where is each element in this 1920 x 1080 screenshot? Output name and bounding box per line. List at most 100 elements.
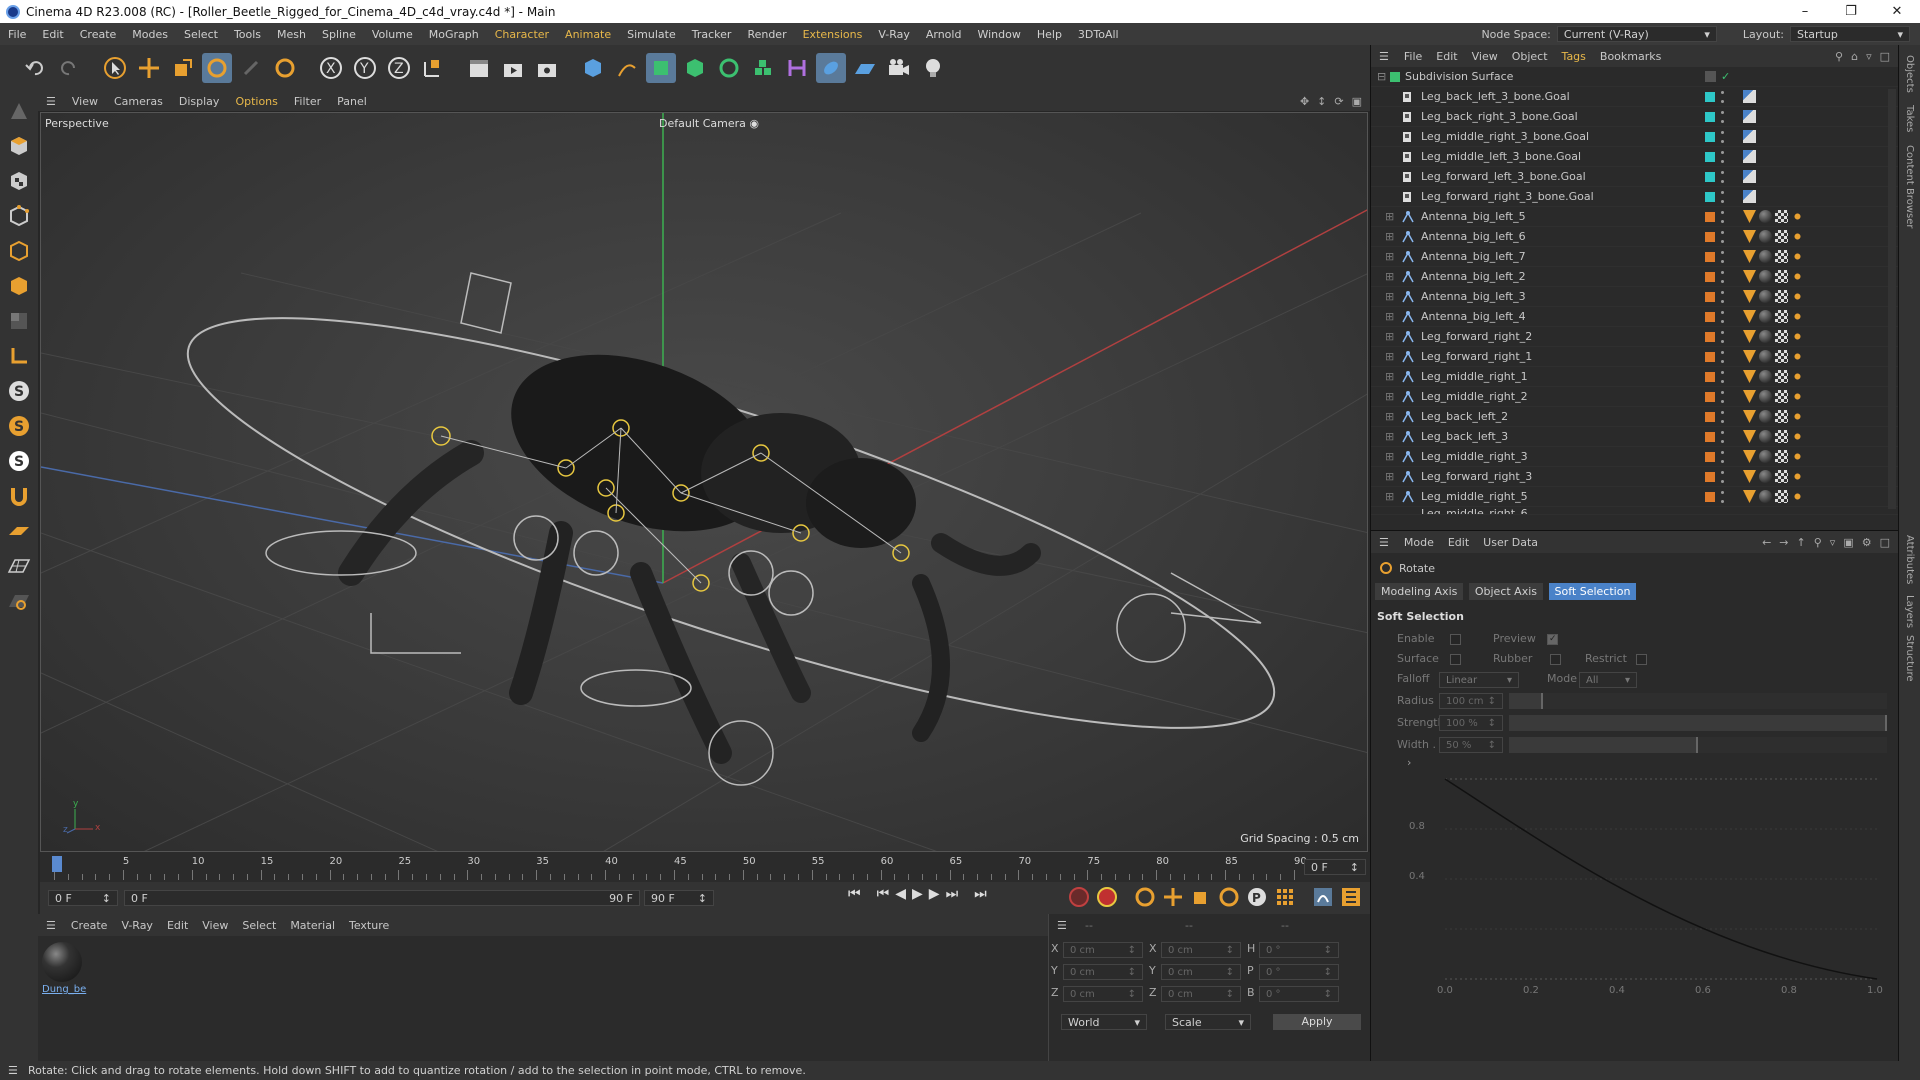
layer-color-tag[interactable] [1705,311,1715,322]
material-menu-material[interactable]: Material [283,919,342,932]
object-row[interactable]: ⊞ Antenna_big_left_2 [1371,267,1898,287]
material-tag-icon[interactable] [1759,430,1772,443]
visibility-dots-icon[interactable] [1721,430,1725,443]
object-row[interactable]: ⊞ Leg_middle_right_5 [1371,487,1898,507]
autokey-icon[interactable] [1096,886,1118,908]
object-row[interactable]: ⊞ Leg_middle_right_2 [1371,387,1898,407]
checker-tag-icon[interactable] [1775,410,1788,423]
expand-icon[interactable]: ⊞ [1385,310,1394,323]
rubber-checkbox[interactable] [1549,653,1561,665]
object-row[interactable]: ⊞ Leg_back_left_3 [1371,427,1898,447]
new-window-icon[interactable]: □ [1880,50,1890,63]
material-tag-icon[interactable] [1759,330,1772,343]
material-tag-icon[interactable] [1759,310,1772,323]
visibility-dots-icon[interactable] [1721,470,1725,483]
hamburger-icon[interactable]: ☰ [8,1064,18,1077]
ik-tag-icon[interactable] [1791,470,1804,483]
object-row[interactable]: ⊞ Antenna_big_left_6 [1371,227,1898,247]
expand-icon[interactable]: ⊞ [1385,470,1394,483]
object-row[interactable]: Leg_back_right_3_bone.Goal [1371,107,1898,127]
material-tag-icon[interactable] [1759,270,1772,283]
mode-dropdown[interactable]: All ▾ [1579,672,1637,688]
falloff-graph[interactable]: 0.8 0.4 0.0 0.2 0.4 0.6 0.8 1.0 [1395,763,1891,1053]
collapse-icon[interactable]: ⊟ [1377,70,1386,83]
layer-color-tag[interactable] [1705,131,1715,142]
y-axis-lock-button[interactable]: Y [350,53,380,83]
expand-icon[interactable]: ⊞ [1385,370,1394,383]
visibility-dots-icon[interactable] [1721,450,1725,463]
rotate-recent-button[interactable] [270,53,300,83]
viewport-menu-options[interactable]: Options [227,95,285,108]
layer-color-tag[interactable] [1705,171,1715,182]
layer-color-tag[interactable] [1705,91,1715,102]
search-icon[interactable]: ⚲ [1835,50,1843,63]
checker-tag-icon[interactable] [1775,250,1788,263]
coordinate-system-dropdown[interactable]: World ▾ [1061,1014,1147,1030]
material-tag-icon[interactable] [1759,390,1772,403]
checker-tag-icon[interactable] [1775,290,1788,303]
ik-tag-icon[interactable] [1791,410,1804,423]
preview-checkbox[interactable]: ✓ [1547,633,1559,645]
ik-tag-icon[interactable] [1791,350,1804,363]
expand-icon[interactable]: ⊞ [1385,270,1394,283]
object-scrollbar[interactable] [1888,89,1896,509]
timeline-ruler[interactable]: 051015202530354045505560657075808590 0 F… [40,852,1370,882]
object-row[interactable]: ⊞ Antenna_big_left_7 [1371,247,1898,267]
visibility-dots-icon[interactable] [1721,290,1725,303]
menu-3dtoall[interactable]: 3DToAll [1070,28,1127,41]
hamburger-icon[interactable]: ☰ [38,95,64,108]
ik-goal-tag-icon[interactable] [1743,110,1756,123]
visibility-dots-icon[interactable] [1721,210,1725,223]
edges-mode-button[interactable] [4,236,34,266]
frame-range-slider[interactable]: 0 F 90 F [124,890,640,906]
weight-tag-icon[interactable] [1743,490,1756,503]
tab-object-axis[interactable]: Object Axis [1468,583,1544,600]
ik-tag-icon[interactable] [1791,290,1804,303]
position-field[interactable]: 0 cm ↕ [1063,964,1143,980]
checker-tag-icon[interactable] [1775,370,1788,383]
ik-goal-tag-icon[interactable] [1743,190,1756,203]
hamburger-icon[interactable]: ☰ [38,919,64,932]
visibility-dots-icon[interactable] [1721,350,1725,363]
width-slider[interactable] [1509,737,1887,753]
layer-color-tag[interactable] [1705,231,1715,242]
light-button[interactable] [918,53,948,83]
object-row[interactable]: ⊞ Leg_forward_right_1 [1371,347,1898,367]
visibility-dots-icon[interactable] [1721,190,1725,203]
layer-tag[interactable] [1705,71,1716,82]
menu-animate[interactable]: Animate [557,28,619,41]
size-field[interactable]: 0 cm ↕ [1161,964,1241,980]
ik-tag-icon[interactable] [1791,250,1804,263]
ik-tag-icon[interactable] [1791,230,1804,243]
rotate-button[interactable] [202,53,232,83]
viewport-menu-panel[interactable]: Panel [329,95,375,108]
rotation-field[interactable]: 0 ° ↕ [1259,986,1339,1002]
ik-goal-tag-icon[interactable] [1743,90,1756,103]
position-field[interactable]: 0 cm ↕ [1063,986,1143,1002]
hamburger-icon[interactable]: ☰ [1049,919,1075,932]
start-frame-field[interactable]: 0 F ↕ [48,890,118,906]
visibility-dots-icon[interactable] [1721,150,1725,163]
menu-vray[interactable]: V-Ray [870,28,918,41]
object-row[interactable]: Leg_forward_right_3_bone.Goal [1371,187,1898,207]
layer-color-tag[interactable] [1705,211,1715,222]
material-tag-icon[interactable] [1759,470,1772,483]
visibility-dots-icon[interactable] [1721,330,1725,343]
checker-tag-icon[interactable] [1775,270,1788,283]
ik-tag-icon[interactable] [1791,430,1804,443]
weight-tag-icon[interactable] [1743,470,1756,483]
field-button[interactable] [816,53,846,83]
menu-character[interactable]: Character [487,28,557,41]
falloff-dropdown[interactable]: Linear ▾ [1439,672,1519,688]
visibility-dots-icon[interactable] [1721,270,1725,283]
dock-tab-objects[interactable]: Objects [1904,55,1915,93]
checker-tag-icon[interactable] [1775,450,1788,463]
pen-spline-button[interactable] [612,53,642,83]
material-menu-texture[interactable]: Texture [342,919,396,932]
checker-tag-icon[interactable] [1775,230,1788,243]
render-settings-button[interactable] [532,53,562,83]
object-row[interactable]: ⊞ Antenna_big_left_5 [1371,207,1898,227]
menu-modes[interactable]: Modes [124,28,176,41]
render-picture-viewer-button[interactable] [498,53,528,83]
radius-slider[interactable] [1509,693,1887,709]
